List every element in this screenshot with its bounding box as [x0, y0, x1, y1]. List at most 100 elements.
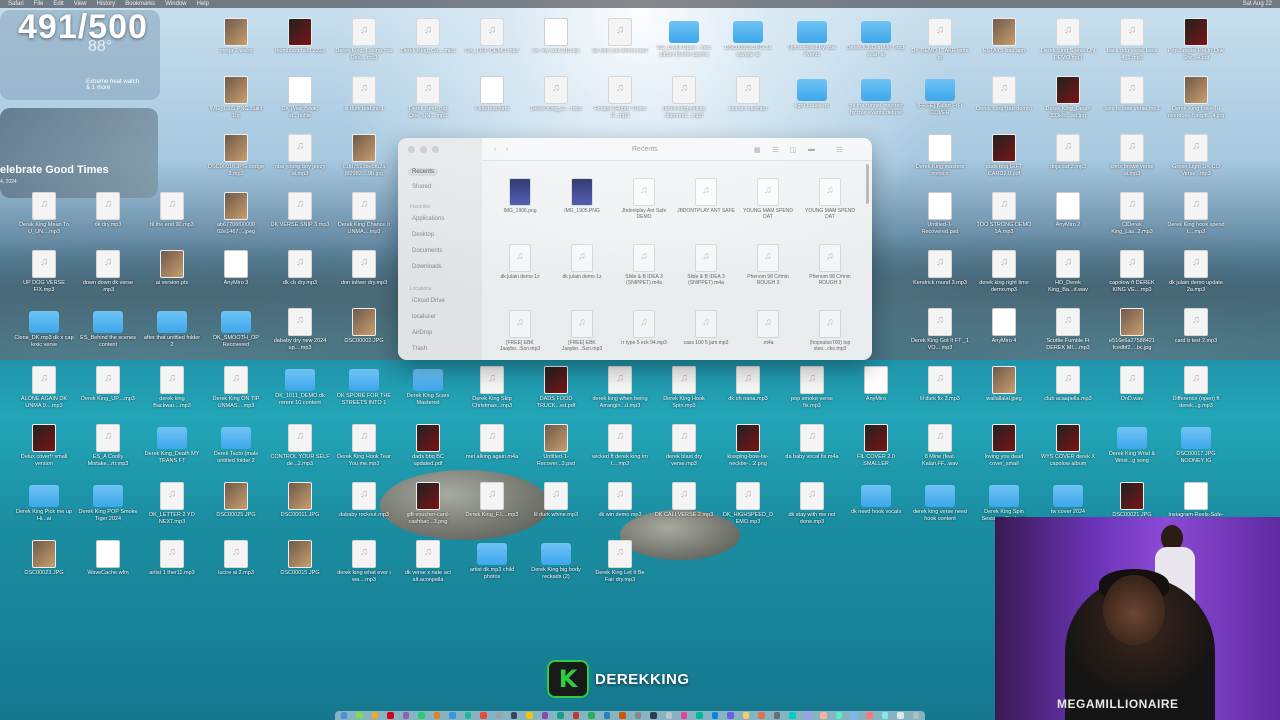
desktop-file-icon[interactable]: DSC00025.JPG: [206, 482, 266, 538]
desktop-file-icon[interactable]: til the end 90.mp3: [142, 192, 202, 248]
column-view-icon[interactable]: ◫: [790, 146, 797, 154]
dock-app-icon[interactable]: [650, 712, 657, 719]
finder-file-item[interactable]: cass 100 5 jam.mp3: [676, 310, 736, 346]
desktop-file-icon[interactable]: Derek Tacto (male untitled folder 2: [206, 424, 266, 480]
desktop-file-icon[interactable]: back ddg verse back 4_3.mp3: [1102, 18, 1162, 74]
desktop-file-icon[interactable]: down down dk verse .mp3: [78, 250, 138, 306]
dock-app-icon[interactable]: [866, 712, 873, 719]
desktop-file-icon[interactable]: 01fd7691be5fb2a 8f2983....9b.jpg: [334, 134, 394, 190]
desktop-file-icon[interactable]: mega 2.webp: [206, 18, 266, 74]
desktop-file-icon[interactable]: Scottie Fumble Ft DEREK MI....mp3: [1038, 308, 1098, 364]
dock-app-icon[interactable]: [433, 712, 441, 719]
finder-file-item[interactable]: Slide & B IDEA 3 (SNIPPET).m4a: [614, 244, 674, 286]
desktop-file-icon[interactable]: WaveCache.wfm: [78, 540, 138, 596]
desktop-file-icon[interactable]: after that untitled folder 2: [142, 308, 202, 364]
desktop-file-icon[interactable]: Not inspired by true events: [782, 18, 842, 74]
dock-app-icon[interactable]: [742, 712, 750, 719]
desktop-file-icon[interactable]: WYS COVER derek X capolow album: [1038, 424, 1098, 480]
desktop-file-icon[interactable]: dk verse x nate act alt.aconpella: [398, 540, 458, 596]
desktop-file-icon[interactable]: Pinterest.html: [462, 76, 522, 132]
desktop-file-icon[interactable]: DK_SMOOTH_OP Recovered: [206, 308, 266, 364]
desktop-file-icon[interactable]: DSC00009.JPG 21 savage ai: [718, 18, 778, 74]
dock-app-icon[interactable]: [541, 712, 549, 719]
dock-app-icon[interactable]: [402, 712, 410, 719]
dock-app-icon[interactable]: [619, 712, 626, 719]
desktop-file-icon[interactable]: DK SPORE FOR THE STREETS INTO 1: [334, 366, 394, 422]
finder-file-item[interactable]: Jbdontplay Ant Safe DEMO: [614, 178, 674, 220]
desktop-file-icon[interactable]: CONTROL YOUR SELF de...2.mp3: [270, 424, 330, 480]
desktop-file-icon[interactable]: da baby vocal fix.m4a: [782, 424, 842, 480]
desktop-file-icon[interactable]: DK DEMO I TAKE write to: [910, 18, 970, 74]
dock-app-icon[interactable]: [758, 712, 765, 719]
desktop-file-icon[interactable]: dk cb dry.mp3: [270, 250, 330, 306]
dock-app-icon[interactable]: [727, 712, 734, 719]
desktop-file-icon[interactable]: gift-voucher-card-cashbac...3.png: [398, 482, 458, 538]
dock-app-icon[interactable]: [789, 712, 796, 719]
desktop-file-icon[interactable]: UP DOG VERSE FIX.mp3: [14, 250, 74, 306]
desktop-file-icon[interactable]: Untitled-1-Recover...3.psd: [526, 424, 586, 480]
desktop-file-icon[interactable]: card b test 2.mp3: [1166, 308, 1226, 364]
desktop-file-icon[interactable]: DSC00011.JPG: [270, 482, 330, 538]
dock-app-icon[interactable]: [696, 712, 703, 719]
desktop-file-icon[interactable]: TOO STRONG DEMO 1A.mp3: [974, 192, 1034, 248]
desktop-file-icon[interactable]: dads bbq BC updated.pdf: [398, 424, 458, 480]
desktop-file-icon[interactable]: chris brown verse ai.mp3: [1102, 134, 1162, 190]
desktop-file-icon[interactable]: DK VERSE SNIP 3.mp3: [270, 192, 330, 248]
finder-file-item[interactable]: rr type 5 eck 94.mp3: [614, 310, 674, 346]
desktop-file-icon[interactable]: DSC00023.JPG: [14, 540, 74, 596]
desktop-file-icon[interactable]: artist dk.mp3 child photos: [462, 540, 522, 596]
dock-app-icon[interactable]: [634, 712, 642, 719]
desktop-file-icon[interactable]: Derek King_Co....mp3: [398, 18, 458, 74]
sidebar-item-icloud-drive[interactable]: iCloud Drive: [412, 298, 445, 304]
dock-app-icon[interactable]: [526, 712, 533, 719]
desktop-file-icon[interactable]: Kendrick round 3.mp3: [910, 250, 970, 306]
desktop-file-icon[interactable]: love to lose verse.mp3: [1102, 76, 1162, 132]
close-window-button[interactable]: [408, 146, 415, 153]
desktop-file-icon[interactable]: on. my soul 310.zip: [526, 18, 586, 74]
desktop-file-icon[interactable]: Derek King Hook Spin.mp3: [654, 366, 714, 422]
dock-app-icon[interactable]: [912, 712, 920, 719]
desktop-file-icon[interactable]: DK_1011_DEMO dk rerere 10 content: [270, 366, 330, 422]
dock-app-icon[interactable]: [387, 712, 394, 719]
desktop-file-icon[interactable]: Derek King Let It Be Fair dry.mp3: [590, 540, 650, 596]
desktop-file-icon[interactable]: pop smoke verse fix.mp3: [782, 366, 842, 422]
desktop-file-icon[interactable]: Difference (open) ft derek...g.mp3: [1166, 366, 1226, 422]
desktop-file-icon[interactable]: Derek King_F.I....mp3: [462, 482, 522, 538]
desktop-file-icon[interactable]: Pop Smoke Put In One She...4.pdf: [1166, 18, 1226, 74]
desktop-file-icon[interactable]: [FREE] Kalan FrFr COVER: [910, 76, 970, 132]
desktop-file-icon[interactable]: Green Light DK CO Verse...mp3: [1166, 134, 1226, 190]
dock-app-icon[interactable]: [588, 712, 595, 719]
desktop-file-icon[interactable]: wallallalal.jpeg: [974, 366, 1034, 422]
desktop-file-icon[interactable]: Derek King Wrist & Wrist...g song: [1102, 424, 1162, 480]
desktop-file-icon[interactable]: ai version.ptx: [142, 250, 202, 306]
finder-file-item[interactable]: YOUNG MAM SPEND DAT: [800, 178, 860, 220]
desktop-file-icon[interactable]: DK (Mac Book) st...nofile: [270, 76, 330, 132]
desktop-file-icon[interactable]: ClDerek King_Lau..2.mp3: [1102, 192, 1162, 248]
finder-file-item[interactable]: Phenom 98 C#min ROUGH 3: [800, 244, 860, 286]
dock-app-icon[interactable]: [850, 712, 858, 719]
list-view-icon[interactable]: ☰: [772, 146, 778, 154]
dock-app-icon[interactable]: [371, 712, 379, 719]
desktop-file-icon[interactable]: AnyMiro 2: [1038, 192, 1098, 248]
desktop-file-icon[interactable]: artist 1 ther11.mp3: [142, 540, 202, 596]
desktop-file-icon[interactable]: Fmajor 94bpm 'Good F...mp3: [590, 76, 650, 132]
desktop-file-icon[interactable]: lucire ai 2.mp3: [206, 540, 266, 596]
desktop-file-icon[interactable]: dababy rockout.mp3: [334, 482, 394, 538]
zoom-window-button[interactable]: [432, 146, 439, 153]
desktop-file-icon[interactable]: Derek King Mean To U_UN....mp3: [14, 192, 74, 248]
desktop-file-icon[interactable]: 8 Mine (feat. Kalan.FF...wav: [910, 424, 970, 480]
desktop-file-icon[interactable]: loving you dead cover_small: [974, 424, 1034, 480]
desktop-file-icon[interactable]: thumbbbb ns!8 2222: [270, 18, 330, 74]
group-menu-icon[interactable]: ☷: [836, 146, 842, 154]
dock-app-icon[interactable]: [418, 712, 425, 719]
desktop-file-icon[interactable]: don toliver dry.mp3: [334, 250, 394, 306]
desktop-file-icon[interactable]: Derek King Skip Christmas...mp3: [462, 366, 522, 422]
desktop-file-icon[interactable]: AnyMiro 4: [974, 308, 1034, 364]
dock-app-icon[interactable]: [356, 712, 363, 719]
desktop-file-icon[interactable]: DSC00017.JPG NOONEY IG: [1166, 424, 1226, 480]
dock-app-icon[interactable]: [480, 712, 487, 719]
finder-file-item[interactable]: Phenom 98 C#min ROUGH 3: [738, 244, 798, 286]
desktop-file-icon[interactable]: zza ai x dk.mp3: [718, 76, 778, 132]
desktop-file-icon[interactable]: ESTAYS baq.app: [974, 18, 1034, 74]
dock-app-icon[interactable]: [881, 712, 889, 719]
